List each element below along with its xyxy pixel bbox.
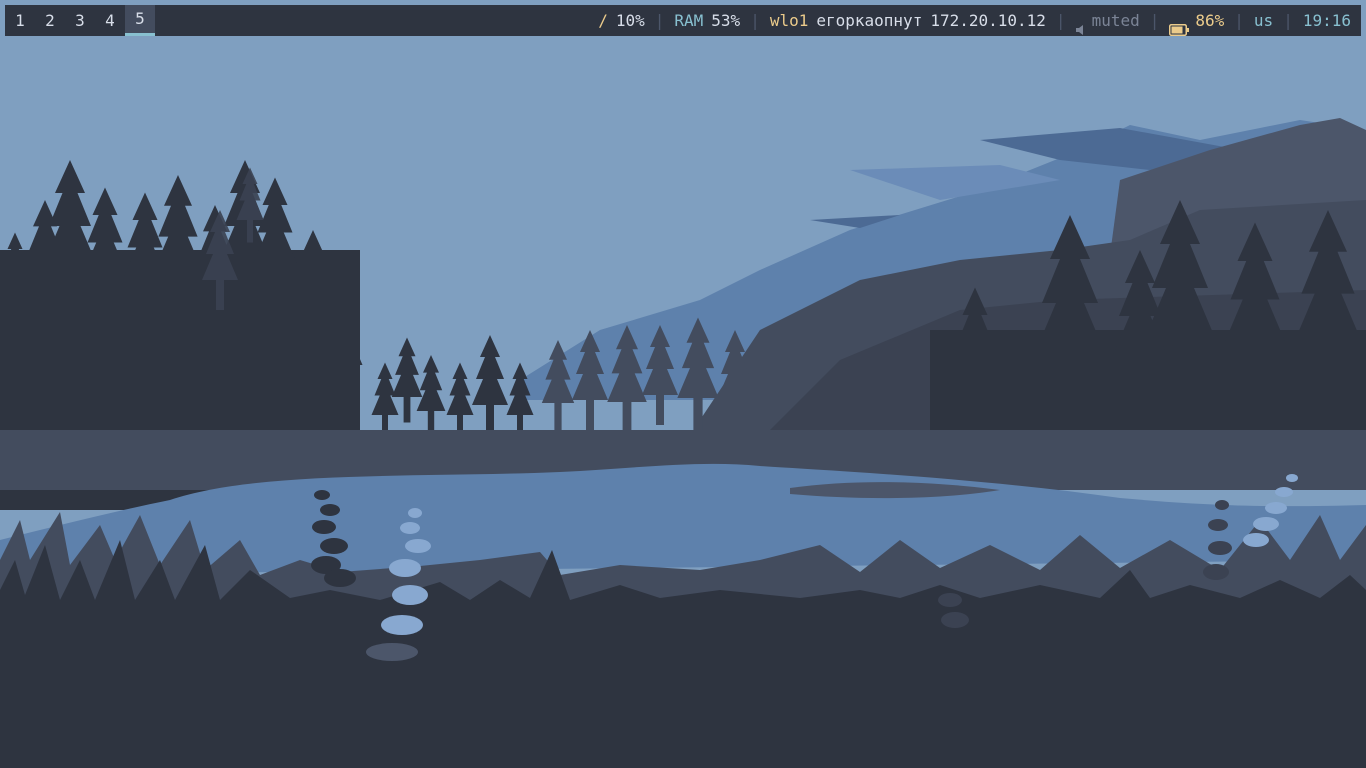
workspace-switcher: 1 2 3 4 5 [5, 5, 155, 36]
volume-state[interactable]: muted [1092, 5, 1140, 36]
separator: | [1283, 11, 1293, 30]
workspace-2-button[interactable]: 2 [35, 5, 65, 36]
separator: | [1055, 11, 1066, 30]
wallpaper-landscape [0, 0, 1366, 768]
workspace-3-button[interactable]: 3 [65, 5, 95, 36]
speaker-icon[interactable] [1075, 15, 1086, 35]
clock: 19:16 [1302, 11, 1351, 30]
battery-icon [1169, 15, 1190, 36]
separator: | [750, 11, 760, 30]
network-interface: wlo1 [769, 11, 809, 30]
network-ssid: егоркаопнут [816, 11, 923, 30]
separator: | [1234, 11, 1244, 30]
memory-label: RAM [674, 11, 704, 30]
workspace-4-button[interactable]: 4 [95, 5, 125, 36]
desktop: 1 2 3 4 5 / 10% | RAM 53% | wlo1 егоркао… [0, 0, 1366, 768]
separator: | [654, 11, 665, 30]
disk-mount: / [598, 11, 608, 30]
status-modules: / 10% | RAM 53% | wlo1 егоркаопнут 172.2… [598, 5, 1361, 36]
workspace-1-button[interactable]: 1 [5, 5, 35, 36]
battery-level: 86% [1195, 11, 1225, 30]
disk-usage: 10% [615, 11, 645, 30]
separator: | [1149, 11, 1160, 30]
status-bar: 1 2 3 4 5 / 10% | RAM 53% | wlo1 егоркао… [5, 5, 1361, 36]
network-ip: 172.20.10.12 [930, 11, 1046, 30]
memory-usage: 53% [711, 11, 741, 30]
keyboard-layout[interactable]: us [1254, 5, 1273, 36]
workspace-5-button[interactable]: 5 [125, 5, 155, 36]
